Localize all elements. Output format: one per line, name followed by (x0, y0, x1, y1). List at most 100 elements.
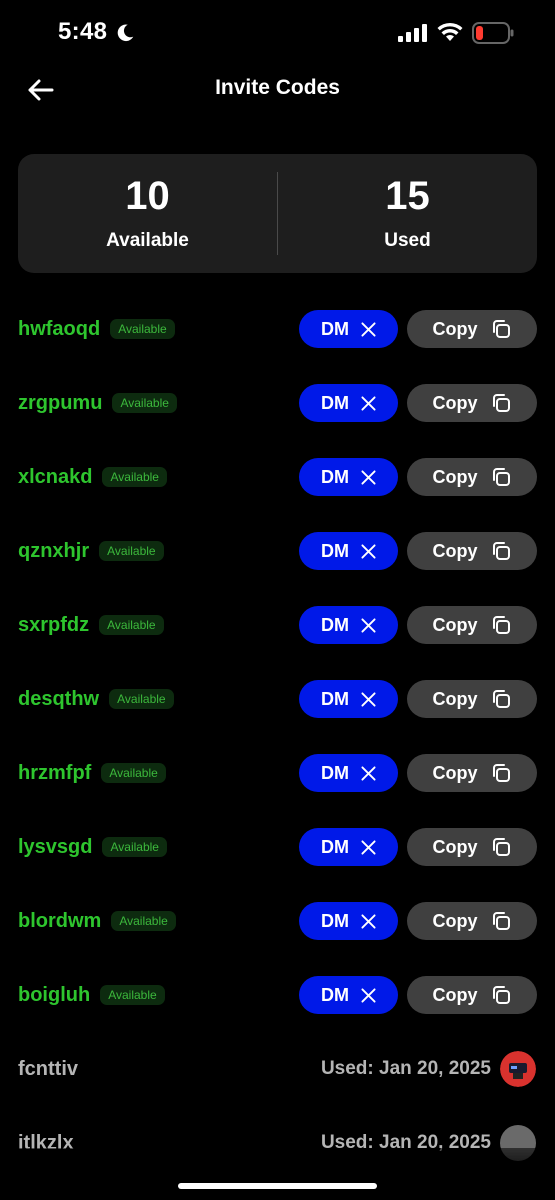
code-info: sxrpfdz Available (18, 606, 164, 644)
copy-button[interactable]: Copy (407, 754, 537, 792)
header: Invite Codes (0, 66, 555, 114)
copy-button[interactable]: Copy (407, 458, 537, 496)
invite-code: qznxhjr (18, 539, 90, 562)
moon-icon (117, 24, 134, 42)
stats-card: 10 Available 15 Used (18, 154, 537, 273)
status-badge: Available (111, 911, 176, 931)
status-badge: Available (99, 541, 164, 561)
copy-icon (492, 764, 510, 782)
code-row: qznxhjr Available DM Copy (0, 532, 555, 606)
copy-label: Copy (432, 392, 478, 413)
copy-icon (492, 912, 510, 930)
x-logo-icon (361, 321, 376, 337)
copy-label: Copy (432, 688, 478, 709)
code-info: zrgpumu Available (18, 384, 177, 422)
copy-icon (492, 394, 510, 412)
used-label: Used (384, 230, 431, 251)
copy-icon (492, 468, 510, 486)
status-time: 5:48 (58, 18, 108, 45)
status-badge: Available (102, 467, 167, 487)
copy-label: Copy (432, 984, 478, 1005)
invite-code: lysvsgd (18, 835, 93, 858)
available-label: Available (106, 230, 189, 251)
copy-button[interactable]: Copy (407, 976, 537, 1014)
dm-label: DM (321, 614, 349, 635)
status-bar: 5:48 (0, 0, 555, 66)
copy-icon (492, 320, 510, 338)
invite-code: boigluh (18, 983, 91, 1006)
invite-code: hrzmfpf (18, 761, 92, 784)
home-indicator[interactable] (178, 1183, 377, 1189)
invite-code: fcnttiv (18, 1057, 78, 1080)
copy-button[interactable]: Copy (407, 384, 537, 422)
dm-button[interactable]: DM (299, 606, 398, 644)
x-logo-icon (361, 543, 376, 559)
wifi-icon (437, 22, 463, 41)
dm-button[interactable]: DM (299, 384, 398, 422)
dm-button[interactable]: DM (299, 458, 398, 496)
invite-code: hwfaoqd (18, 317, 101, 340)
status-badge: Available (110, 319, 175, 339)
copy-button[interactable]: Copy (407, 606, 537, 644)
copy-label: Copy (432, 836, 478, 857)
status-badge: Available (100, 985, 165, 1005)
copy-label: Copy (432, 540, 478, 561)
code-info: boigluh Available (18, 976, 165, 1014)
code-info: xlcnakd Available (18, 458, 167, 496)
invite-code: blordwm (18, 909, 102, 932)
used-date: Used: Jan 20, 2025 (320, 1058, 491, 1079)
dm-label: DM (321, 984, 349, 1005)
copy-button[interactable]: Copy (407, 902, 537, 940)
copy-button[interactable]: Copy (407, 532, 537, 570)
page-title: Invite Codes (215, 76, 340, 99)
signal-icon (398, 24, 427, 42)
x-logo-icon (361, 617, 376, 633)
copy-button[interactable]: Copy (407, 680, 537, 718)
bottom-fade (0, 1148, 555, 1200)
code-info: hwfaoqd Available (18, 310, 175, 348)
avatar[interactable] (500, 1051, 536, 1087)
status-badge: Available (99, 615, 164, 635)
dm-label: DM (321, 540, 349, 561)
status-badge: Available (112, 393, 177, 413)
copy-label: Copy (432, 614, 478, 635)
code-info: fcnttiv (18, 1050, 78, 1088)
copy-label: Copy (432, 318, 478, 339)
copy-label: Copy (432, 762, 478, 783)
dm-button[interactable]: DM (299, 680, 398, 718)
dm-label: DM (321, 836, 349, 857)
code-info: qznxhjr Available (18, 532, 164, 570)
code-row: blordwm Available DM Copy (0, 902, 555, 976)
invite-code-list: hwfaoqd Available DM Copy zrgpumu Availa… (0, 310, 555, 1198)
code-info: lysvsgd Available (18, 828, 167, 866)
dm-button[interactable]: DM (299, 754, 398, 792)
used-stat: 15 Used (278, 154, 537, 273)
code-info: blordwm Available (18, 902, 176, 940)
available-stat: 10 Available (18, 154, 277, 273)
copy-icon (492, 986, 510, 1004)
dm-button[interactable]: DM (299, 976, 398, 1014)
copy-icon (492, 838, 510, 856)
code-row: zrgpumu Available DM Copy (0, 384, 555, 458)
dm-button[interactable]: DM (299, 828, 398, 866)
code-row: desqthw Available DM Copy (0, 680, 555, 754)
invite-code: sxrpfdz (18, 613, 90, 636)
code-info: hrzmfpf Available (18, 754, 166, 792)
dm-label: DM (321, 910, 349, 931)
dm-button[interactable]: DM (299, 902, 398, 940)
x-logo-icon (361, 395, 376, 411)
copy-button[interactable]: Copy (407, 310, 537, 348)
copy-icon (492, 690, 510, 708)
code-row: boigluh Available DM Copy (0, 976, 555, 1050)
dm-button[interactable]: DM (299, 310, 398, 348)
available-count: 10 (125, 174, 170, 218)
code-row: hrzmfpf Available DM Copy (0, 754, 555, 828)
used-count: 15 (385, 174, 430, 218)
x-logo-icon (361, 839, 376, 855)
dm-label: DM (321, 762, 349, 783)
dm-label: DM (321, 318, 349, 339)
x-logo-icon (361, 987, 376, 1003)
copy-icon (492, 542, 510, 560)
copy-button[interactable]: Copy (407, 828, 537, 866)
dm-button[interactable]: DM (299, 532, 398, 570)
